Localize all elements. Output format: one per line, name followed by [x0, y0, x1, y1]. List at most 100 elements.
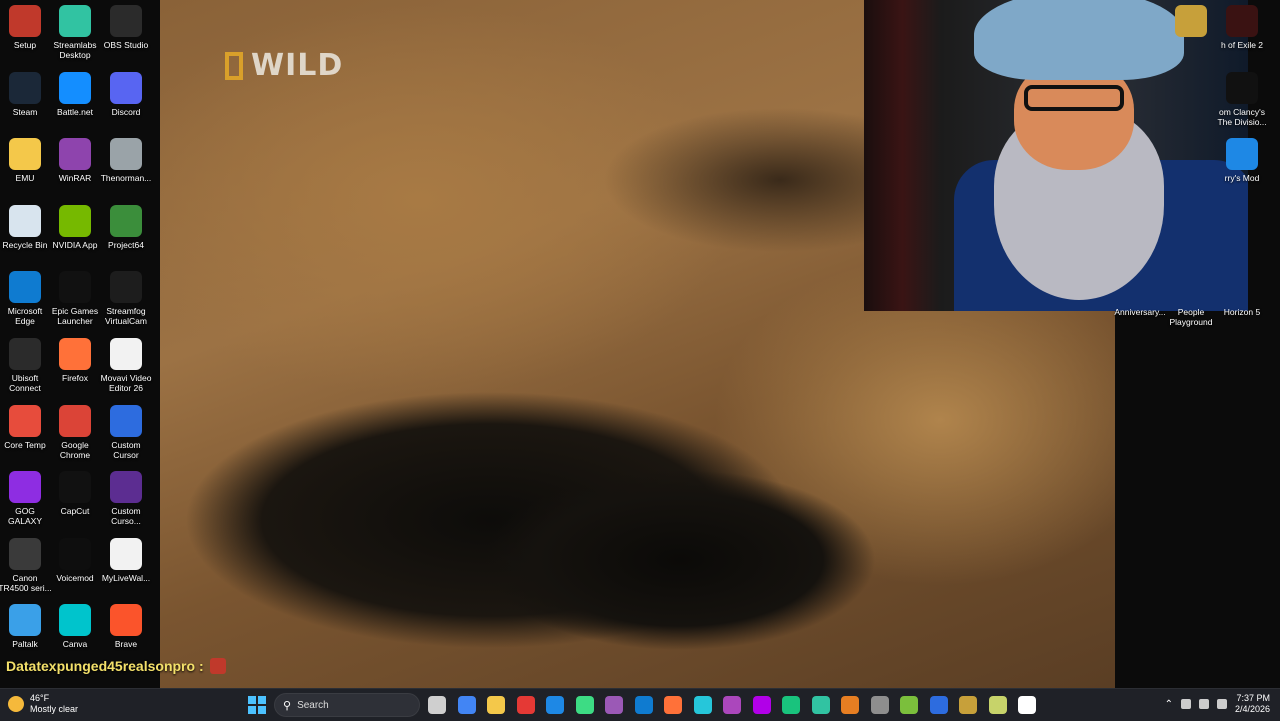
desktop-shortcut[interactable]: Google Chrome — [48, 404, 102, 460]
copilot-icon[interactable] — [605, 696, 623, 714]
c-app-icon[interactable] — [693, 696, 712, 714]
windows-logo-icon — [248, 706, 256, 714]
gold-icon[interactable] — [988, 696, 1007, 714]
shortcut-label: WinRAR — [58, 173, 92, 184]
brave-icon[interactable] — [841, 696, 859, 714]
desktop-shortcut[interactable]: Microsoft Edge — [0, 271, 52, 326]
chevron-up-icon[interactable]: ⌃ — [1165, 699, 1173, 710]
app-icon[interactable] — [723, 696, 741, 714]
store-icon[interactable] — [575, 696, 594, 714]
obs-icon — [110, 5, 142, 37]
capcut-icon — [59, 471, 91, 504]
desktop-shortcut[interactable]: Brave — [99, 604, 153, 649]
brave-icon — [110, 604, 142, 637]
messenger-icon[interactable] — [546, 696, 564, 714]
streamlabs-icon[interactable] — [811, 696, 830, 714]
shortcut-label: Streamfog VirtualCam — [105, 306, 147, 327]
start-button[interactable] — [248, 696, 266, 714]
edge-icon — [9, 271, 41, 304]
desktop-shortcut[interactable]: GOG GALAXY — [0, 471, 52, 526]
battlenet-icon — [59, 71, 91, 104]
terminal-icon[interactable] — [782, 696, 800, 714]
nvidia-icon — [59, 204, 91, 237]
nat-geo-frame-icon — [225, 51, 243, 80]
desktop-shortcut[interactable]: Setup — [0, 5, 52, 50]
desktop-shortcut[interactable]: EMU — [0, 138, 52, 183]
desktop-shortcut[interactable]: Streamlabs Desktop — [48, 5, 102, 60]
firefox-custom-icon — [110, 471, 142, 504]
canon-icon — [9, 537, 41, 570]
thermometer-icon — [9, 404, 41, 437]
firefox-icon — [59, 338, 91, 370]
clock[interactable]: 7:37 PM 2/4/2026 — [1235, 693, 1270, 715]
desktop-shortcut[interactable]: CapCut — [48, 471, 102, 516]
desktop-shortcut[interactable]: People Playground — [1164, 272, 1218, 327]
desktop-shortcut[interactable]: Firefox — [48, 338, 102, 383]
desktop-shortcut[interactable]: NVIDIA App — [48, 204, 102, 250]
desktop-shortcut[interactable]: OBS Studio — [99, 5, 153, 50]
weather-widget[interactable]: 46°F Mostly clear — [8, 693, 78, 715]
desktop-shortcut[interactable]: Steam — [0, 71, 52, 117]
cursor-icon[interactable] — [1018, 696, 1036, 714]
desktop-shortcut[interactable]: Discord — [99, 71, 153, 117]
taskbar-search[interactable]: ⚲ Search — [274, 693, 420, 717]
desktop-shortcut[interactable]: rry's Mod — [1215, 138, 1269, 183]
file-icon — [110, 537, 142, 570]
wifi-icon[interactable] — [1198, 699, 1209, 709]
desktop-shortcut[interactable]: Canva — [48, 604, 102, 649]
project64-icon[interactable] — [900, 696, 918, 714]
desktop-shortcut[interactable]: h of Exile 2 — [1215, 5, 1269, 50]
desktop-shortcut[interactable]: MyLiveWal... — [99, 537, 153, 583]
shortcut-label: Epic Games Launcher — [51, 306, 99, 327]
desktop-shortcut[interactable]: Paltalk — [0, 604, 52, 649]
desktop-shortcut[interactable]: Voicemod — [48, 537, 102, 583]
file-explorer-icon[interactable] — [487, 696, 505, 714]
shortcut-label: Paltalk — [12, 639, 38, 650]
windows-logo-icon — [258, 706, 266, 714]
emoji-icon — [209, 658, 226, 674]
shortcut-label: Custom Cursor — [111, 439, 141, 460]
desktop-shortcut[interactable]: Core Temp — [0, 404, 52, 450]
desktop-shortcut[interactable]: WinRAR — [48, 138, 102, 183]
desktop-shortcut[interactable]: Thenorman... — [99, 138, 153, 183]
shortcut-label: Firefox — [62, 373, 88, 383]
desktop-shortcut[interactable]: Movavi Video Editor 26 — [99, 338, 153, 393]
desktop-shortcut[interactable]: Canon TR4500 seri... — [0, 537, 52, 593]
folder-icon — [9, 138, 41, 171]
edge-icon[interactable] — [634, 696, 653, 714]
shortcut-label: Custom Curso... — [111, 506, 141, 527]
desktop-shortcut[interactable]: Custom Cursor — [99, 404, 153, 460]
volume-icon[interactable] — [1216, 699, 1227, 709]
shortcut-label: Ubisoft Connect — [9, 373, 41, 393]
voicemod-icon — [59, 537, 91, 570]
obs-icon[interactable] — [870, 696, 889, 714]
task-view-icon[interactable] — [428, 696, 446, 714]
shortcut-label: rry's Mod — [1224, 173, 1260, 183]
shortcut-label: Anniversary... — [1114, 307, 1166, 317]
firefox-icon[interactable] — [664, 696, 682, 714]
desktop-shortcut[interactable]: om Clancy's The Divisio... — [1215, 72, 1269, 127]
desktop-shortcut[interactable]: Streamfog VirtualCam — [99, 271, 153, 326]
search-icon: ⚲ — [283, 699, 292, 712]
desktop-shortcut[interactable] — [1164, 5, 1218, 40]
desktop-shortcut[interactable]: Project64 — [99, 204, 153, 250]
microphone-icon[interactable] — [1180, 699, 1191, 709]
desktop-shortcut[interactable]: Epic Games Launcher — [48, 271, 102, 326]
shortcut-label: Discord — [111, 106, 141, 117]
desktop-shortcut[interactable]: Battle.net — [48, 71, 102, 117]
desktop-shortcut[interactable]: Anniversary... — [1113, 272, 1167, 317]
p-app-icon[interactable] — [752, 696, 771, 714]
webcam-overlay — [864, 0, 1248, 311]
desktop-shortcut[interactable]: Recycle Bin — [0, 204, 52, 250]
desktop-shortcut[interactable]: Ubisoft Connect — [0, 338, 52, 393]
chat-message: Datatexpunged45realsonpro : — [6, 658, 226, 674]
thenorman-icon — [110, 138, 142, 171]
chrome-icon[interactable] — [457, 696, 476, 714]
canva-icon — [59, 604, 91, 637]
desktop-shortcut[interactable]: Custom Curso... — [99, 471, 153, 526]
youtube-icon[interactable] — [516, 696, 535, 714]
desktop-shortcut[interactable]: Horizon 5 — [1215, 272, 1269, 317]
monitor-icon[interactable] — [929, 696, 948, 714]
game-icon[interactable] — [959, 696, 977, 714]
shortcut-label: EMU — [15, 173, 35, 184]
